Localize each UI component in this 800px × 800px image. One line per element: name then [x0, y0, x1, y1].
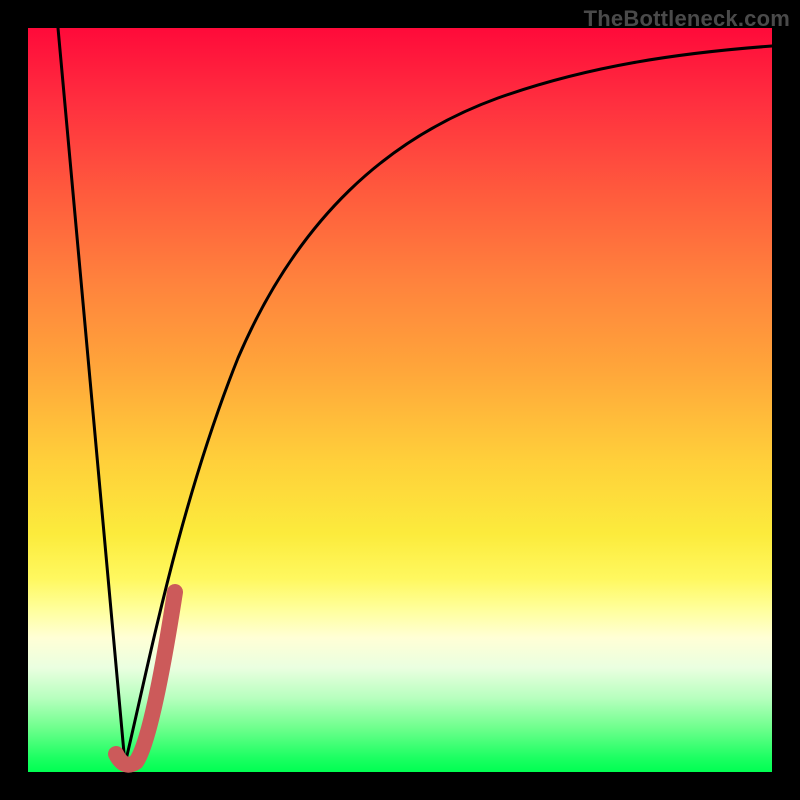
right-rising-curve	[125, 46, 772, 764]
chart-svg	[28, 28, 772, 772]
chart-frame: TheBottleneck.com	[0, 0, 800, 800]
left-descending-line	[58, 28, 125, 764]
watermark-text: TheBottleneck.com	[584, 6, 790, 32]
